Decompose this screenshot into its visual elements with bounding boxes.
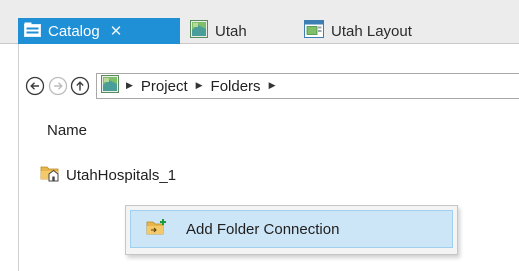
tab-utah[interactable]: Utah — [184, 18, 288, 44]
tab-utah-layout-label: Utah Layout — [331, 22, 412, 40]
close-icon[interactable]: ✕ — [110, 24, 123, 39]
up-arrow-icon[interactable] — [70, 76, 90, 96]
tab-utah-label: Utah — [215, 22, 247, 40]
add-folder-connection-menu-item[interactable]: Add Folder Connection — [130, 210, 453, 248]
project-map-icon[interactable] — [101, 75, 119, 97]
context-menu: Add Folder Connection — [125, 205, 458, 255]
forward-arrow-icon[interactable] — [48, 76, 68, 96]
tab-catalog-label: Catalog — [48, 22, 100, 40]
tab-catalog[interactable]: Catalog ✕ — [18, 18, 180, 44]
breadcrumb-separator-icon[interactable]: ▶ — [126, 80, 133, 91]
list-item-label: UtahHospitals_1 — [66, 166, 177, 184]
breadcrumb-separator-icon[interactable]: ▶ — [196, 80, 203, 91]
layout-icon — [304, 20, 324, 42]
tab-utah-layout[interactable]: Utah Layout — [298, 18, 468, 44]
back-arrow-icon[interactable] — [25, 76, 45, 96]
map-icon — [190, 20, 208, 42]
add-folder-connection-label: Add Folder Connection — [186, 220, 340, 238]
address-bar[interactable]: ▶ Project ▶ Folders ▶ — [96, 73, 519, 99]
navigation-bar: ▶ Project ▶ Folders ▶ — [19, 72, 519, 102]
tab-strip: Catalog ✕ Utah Utah Layout — [0, 0, 519, 44]
catalog-icon — [24, 22, 41, 41]
home-folder-icon — [40, 164, 60, 186]
add-folder-connection-icon — [146, 218, 168, 240]
name-column-header[interactable]: Name — [47, 122, 87, 139]
breadcrumb-separator-icon[interactable]: ▶ — [269, 80, 276, 91]
breadcrumb-project[interactable]: Project — [141, 78, 188, 95]
breadcrumb-folders[interactable]: Folders — [211, 78, 261, 95]
catalog-window: Catalog ✕ Utah Utah Layout ▶ Project ▶ F… — [0, 0, 519, 271]
list-item[interactable]: UtahHospitals_1 — [40, 163, 176, 187]
